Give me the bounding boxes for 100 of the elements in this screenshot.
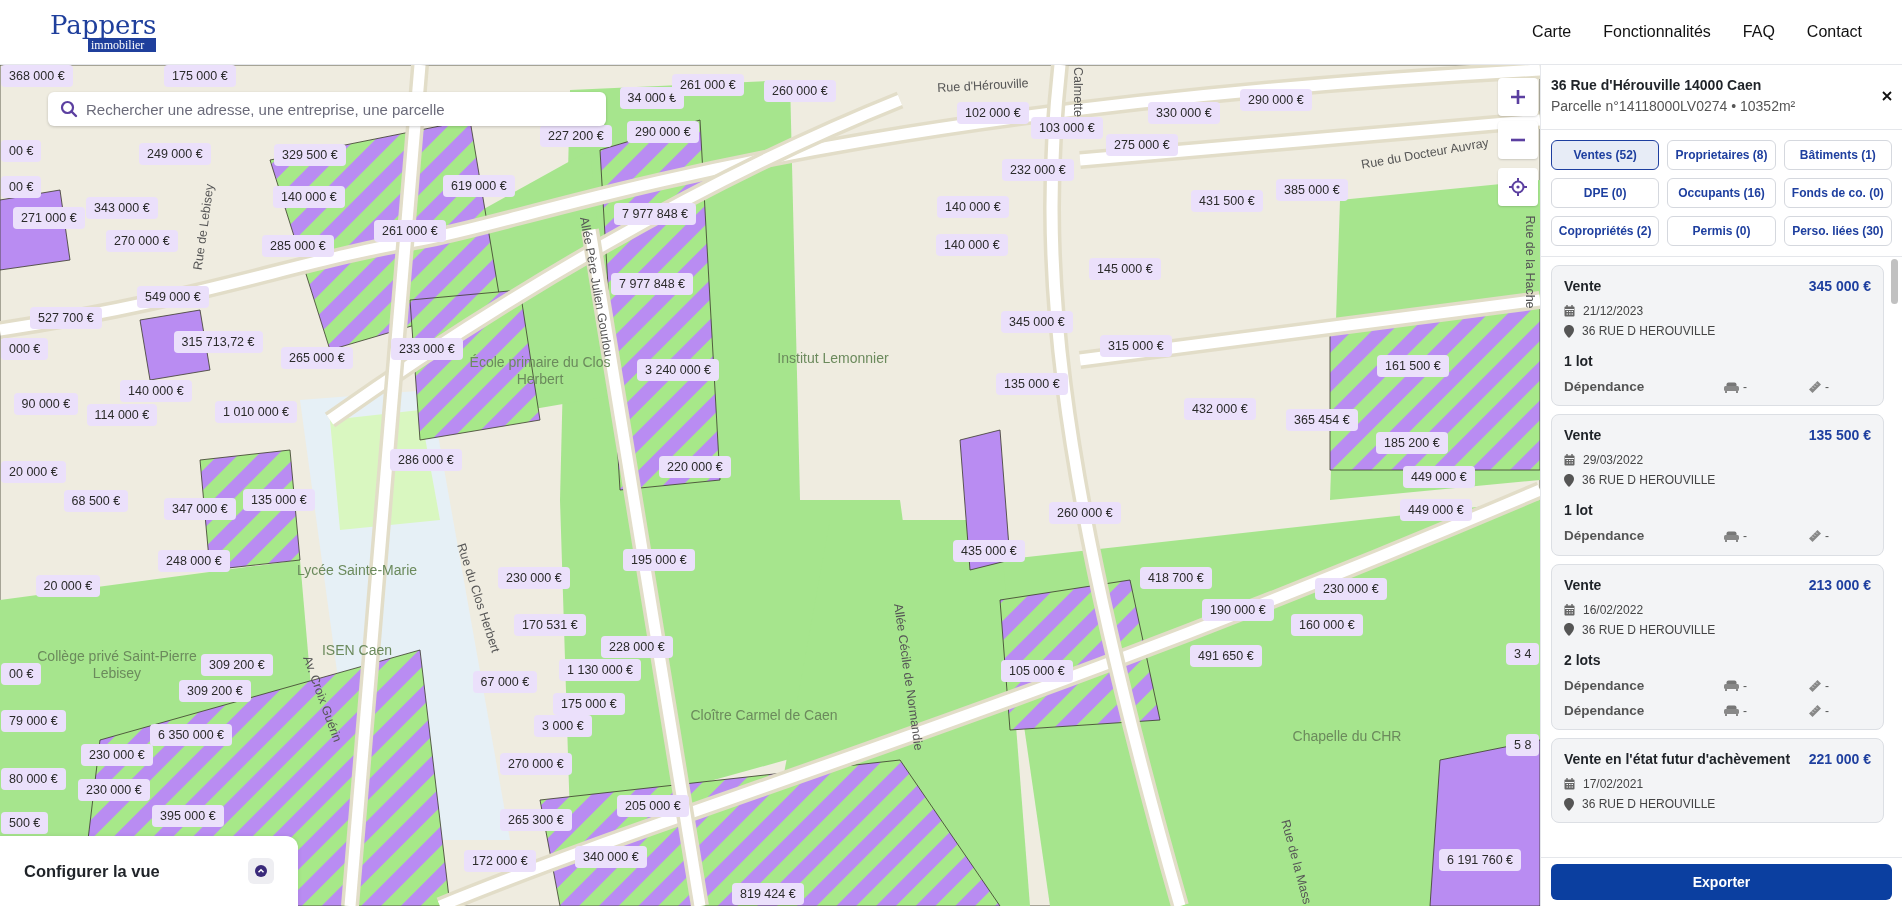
- price-label[interactable]: 500 €: [1, 812, 49, 834]
- price-label[interactable]: 175 000 €: [553, 693, 625, 715]
- price-label[interactable]: 00 €: [1, 663, 42, 685]
- price-label[interactable]: 260 000 €: [1049, 502, 1121, 524]
- price-label[interactable]: 619 000 €: [443, 175, 515, 197]
- price-label[interactable]: 190 000 €: [1202, 599, 1274, 621]
- price-label[interactable]: 185 200 €: [1376, 432, 1448, 454]
- price-label[interactable]: 000 €: [1, 338, 49, 360]
- price-label[interactable]: 232 000 €: [1002, 159, 1074, 181]
- price-label[interactable]: 5 8: [1506, 734, 1540, 756]
- tab[interactable]: Bâtiments (1): [1783, 140, 1892, 170]
- nav-link[interactable]: FAQ: [1742, 20, 1775, 44]
- price-label[interactable]: 145 000 €: [1089, 258, 1161, 280]
- price-label[interactable]: 90 000 €: [13, 393, 79, 415]
- price-label[interactable]: 270 000 €: [500, 753, 572, 775]
- nav-link[interactable]: Fonctionnalités: [1603, 20, 1711, 44]
- price-label[interactable]: 347 000 €: [164, 498, 236, 520]
- zoom-in-button[interactable]: [1498, 78, 1538, 116]
- price-label[interactable]: 7 977 848 €: [614, 203, 697, 225]
- price-label[interactable]: 261 000 €: [672, 74, 744, 96]
- price-label[interactable]: 261 000 €: [374, 220, 446, 242]
- price-label[interactable]: 315 000 €: [1100, 335, 1172, 357]
- price-label[interactable]: 230 000 €: [81, 744, 153, 766]
- price-label[interactable]: 395 000 €: [152, 805, 224, 827]
- price-label[interactable]: 1 130 000 €: [559, 659, 642, 681]
- price-label[interactable]: 230 000 €: [498, 567, 570, 589]
- price-label[interactable]: 431 500 €: [1191, 190, 1263, 212]
- price-label[interactable]: 248 000 €: [158, 550, 230, 572]
- price-label[interactable]: 20 000 €: [35, 575, 101, 597]
- tab[interactable]: DPE (0): [1551, 178, 1660, 208]
- nav-link[interactable]: Carte: [1532, 20, 1572, 44]
- price-label[interactable]: 365 454 €: [1286, 409, 1358, 431]
- price-label[interactable]: 819 424 €: [732, 883, 804, 905]
- price-label[interactable]: 135 000 €: [243, 489, 315, 511]
- price-label[interactable]: 315 713,72 €: [173, 331, 263, 353]
- price-label[interactable]: 220 000 €: [659, 456, 731, 478]
- price-label[interactable]: 102 000 €: [957, 102, 1029, 124]
- price-label[interactable]: 175 000 €: [164, 65, 236, 87]
- price-label[interactable]: 135 000 €: [996, 373, 1068, 395]
- price-label[interactable]: 00 €: [1, 176, 42, 198]
- search-field[interactable]: Rechercher une adresse, une entreprise, une parcelle: [48, 92, 606, 126]
- price-label[interactable]: 432 000 €: [1184, 398, 1256, 420]
- sale-card[interactable]: Vente en l'état futur d'achèvement 221 000 € 17/02/2021 36 RUE D HEROUVILLE: [1551, 738, 1884, 823]
- scrollbar-thumb[interactable]: [1891, 259, 1898, 304]
- price-label[interactable]: 527 700 €: [30, 307, 102, 329]
- sale-card[interactable]: Vente 135 500 € 29/03/2022 36 RUE D HEROUVILLE 1 lot Dépendance - -: [1551, 414, 1884, 556]
- price-label[interactable]: 265 300 €: [500, 809, 572, 831]
- tab[interactable]: Fonds de co. (0): [1783, 178, 1892, 208]
- price-label[interactable]: 161 500 €: [1377, 355, 1449, 377]
- locate-button[interactable]: [1498, 168, 1538, 206]
- price-label[interactable]: 340 000 €: [575, 846, 647, 868]
- expand-button[interactable]: [248, 858, 274, 884]
- price-label[interactable]: 228 000 €: [601, 636, 673, 658]
- price-label[interactable]: 309 200 €: [201, 654, 273, 676]
- price-label[interactable]: 67 000 €: [472, 671, 538, 693]
- price-label[interactable]: 329 500 €: [274, 144, 346, 166]
- price-label[interactable]: 79 000 €: [1, 710, 66, 732]
- price-label[interactable]: 345 000 €: [1001, 311, 1073, 333]
- price-label[interactable]: 343 000 €: [86, 197, 158, 219]
- tab[interactable]: Perso. liées (30): [1783, 216, 1892, 246]
- price-label[interactable]: 3 000 €: [534, 715, 592, 737]
- price-label[interactable]: 170 531 €: [514, 614, 586, 636]
- price-label[interactable]: 549 000 €: [137, 286, 209, 308]
- price-label[interactable]: 260 000 €: [764, 80, 836, 102]
- price-label[interactable]: 20 000 €: [1, 461, 66, 483]
- price-label[interactable]: 140 000 €: [937, 196, 1009, 218]
- price-label[interactable]: 00 €: [1, 140, 42, 162]
- tab[interactable]: Copropriétés (2): [1551, 216, 1660, 246]
- price-label[interactable]: 3 4: [1506, 643, 1540, 665]
- price-label[interactable]: 449 000 €: [1400, 499, 1472, 521]
- price-label[interactable]: 435 000 €: [953, 540, 1025, 562]
- price-label[interactable]: 271 000 €: [13, 207, 85, 229]
- price-label[interactable]: 205 000 €: [617, 795, 689, 817]
- price-label[interactable]: 491 650 €: [1190, 645, 1262, 667]
- price-label[interactable]: 290 000 €: [1240, 89, 1312, 111]
- price-label[interactable]: 80 000 €: [1, 768, 66, 790]
- price-label[interactable]: 6 350 000 €: [150, 724, 233, 746]
- price-label[interactable]: 449 000 €: [1403, 466, 1475, 488]
- sale-card[interactable]: Vente 345 000 € 21/12/2023 36 RUE D HEROUVILLE 1 lot Dépendance - -: [1551, 265, 1884, 407]
- price-label[interactable]: 286 000 €: [390, 449, 462, 471]
- price-label[interactable]: 140 000 €: [120, 380, 192, 402]
- price-label[interactable]: 275 000 €: [1106, 134, 1178, 156]
- price-label[interactable]: 6 191 760 €: [1439, 849, 1522, 871]
- price-label[interactable]: 233 000 €: [391, 338, 463, 360]
- price-label[interactable]: 385 000 €: [1276, 179, 1348, 201]
- nav-link[interactable]: Contact: [1806, 20, 1862, 44]
- price-label[interactable]: 160 000 €: [1291, 614, 1363, 636]
- price-label[interactable]: 140 000 €: [936, 234, 1008, 256]
- tab[interactable]: Occupants (16): [1667, 178, 1776, 208]
- export-button[interactable]: Exporter: [1551, 864, 1892, 900]
- price-label[interactable]: 230 000 €: [78, 779, 150, 801]
- price-label[interactable]: 285 000 €: [262, 235, 334, 257]
- price-label[interactable]: 368 000 €: [1, 65, 73, 87]
- sale-card[interactable]: Vente 213 000 € 16/02/2022 36 RUE D HEROUVILLE 2 lots Dépendance - - Dépendance - -: [1551, 563, 1884, 730]
- price-label[interactable]: 114 000 €: [86, 404, 158, 426]
- price-label[interactable]: 290 000 €: [627, 121, 699, 143]
- price-label[interactable]: 103 000 €: [1031, 117, 1103, 139]
- tab[interactable]: Proprietaires (8): [1667, 140, 1776, 170]
- price-label[interactable]: 309 200 €: [179, 680, 251, 702]
- tab[interactable]: Ventes (52): [1551, 140, 1660, 170]
